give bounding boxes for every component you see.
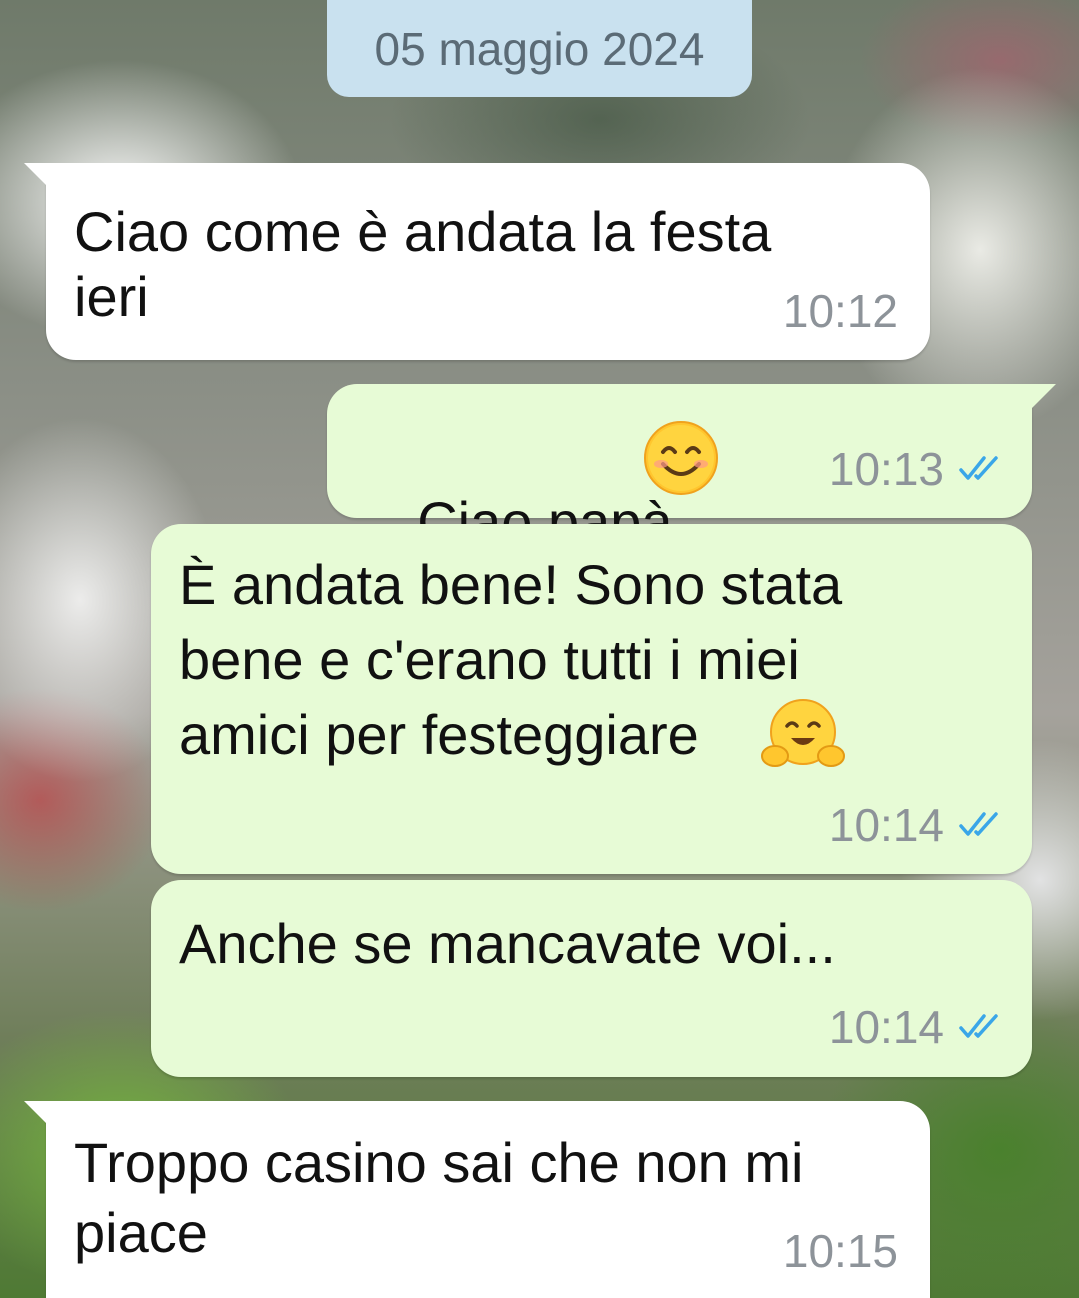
- message-time: 10:13: [828, 443, 944, 495]
- message-bubble-incoming[interactable]: Troppo casino sai che non mi piace 10:15: [24, 1101, 930, 1298]
- message-meta: 10:14: [829, 800, 1006, 850]
- message-meta: 10:12: [783, 286, 898, 336]
- message-bubble-outgoing[interactable]: È andata bene! Sono stata bene e c'erano…: [151, 524, 1032, 874]
- message-meta: 10:13: [829, 444, 1006, 494]
- bubble-tail: [24, 1101, 52, 1129]
- message-meta: 10:14: [829, 1002, 1006, 1052]
- message-time: 10:14: [828, 799, 944, 851]
- message-bubble-outgoing[interactable]: Anche se mancavate voi... 10:14: [151, 880, 1032, 1077]
- bubble-tail: [1028, 384, 1056, 412]
- double-check-read-icon: [959, 812, 998, 836]
- smiling-face-icon: [644, 421, 718, 495]
- message-time: 10:14: [828, 1001, 944, 1053]
- message-text-line: Troppo casino sai che non mi: [74, 1131, 804, 1194]
- message-text-line: Anche se mancavate voi...: [179, 912, 836, 975]
- message-text-line: Ciao come è andata la festa: [74, 200, 772, 263]
- message-bubble-incoming[interactable]: Ciao come è andata la festa ieri 10:12: [24, 163, 930, 360]
- message-bubble-outgoing[interactable]: Ciao papà 10:13: [327, 384, 1056, 553]
- double-check-read-icon: [959, 456, 998, 480]
- date-label: 05 maggio 2024: [374, 22, 705, 75]
- message-meta: 10:15: [783, 1226, 898, 1276]
- message-time: 10:15: [782, 1225, 898, 1277]
- message-time: 10:12: [782, 285, 898, 337]
- bubble-tail: [24, 163, 52, 191]
- double-check-read-icon: [959, 1014, 998, 1038]
- message-text-line: bene e c'erano tutti i miei: [179, 628, 800, 691]
- message-text-line: ieri: [74, 265, 149, 328]
- date-separator: 05 maggio 2024: [327, 0, 752, 97]
- message-text-line: piace: [74, 1201, 208, 1264]
- hugging-face-icon: [761, 699, 845, 767]
- message-text-line: amici per festeggiare: [179, 703, 699, 766]
- message-text-line: È andata bene! Sono stata: [179, 553, 843, 616]
